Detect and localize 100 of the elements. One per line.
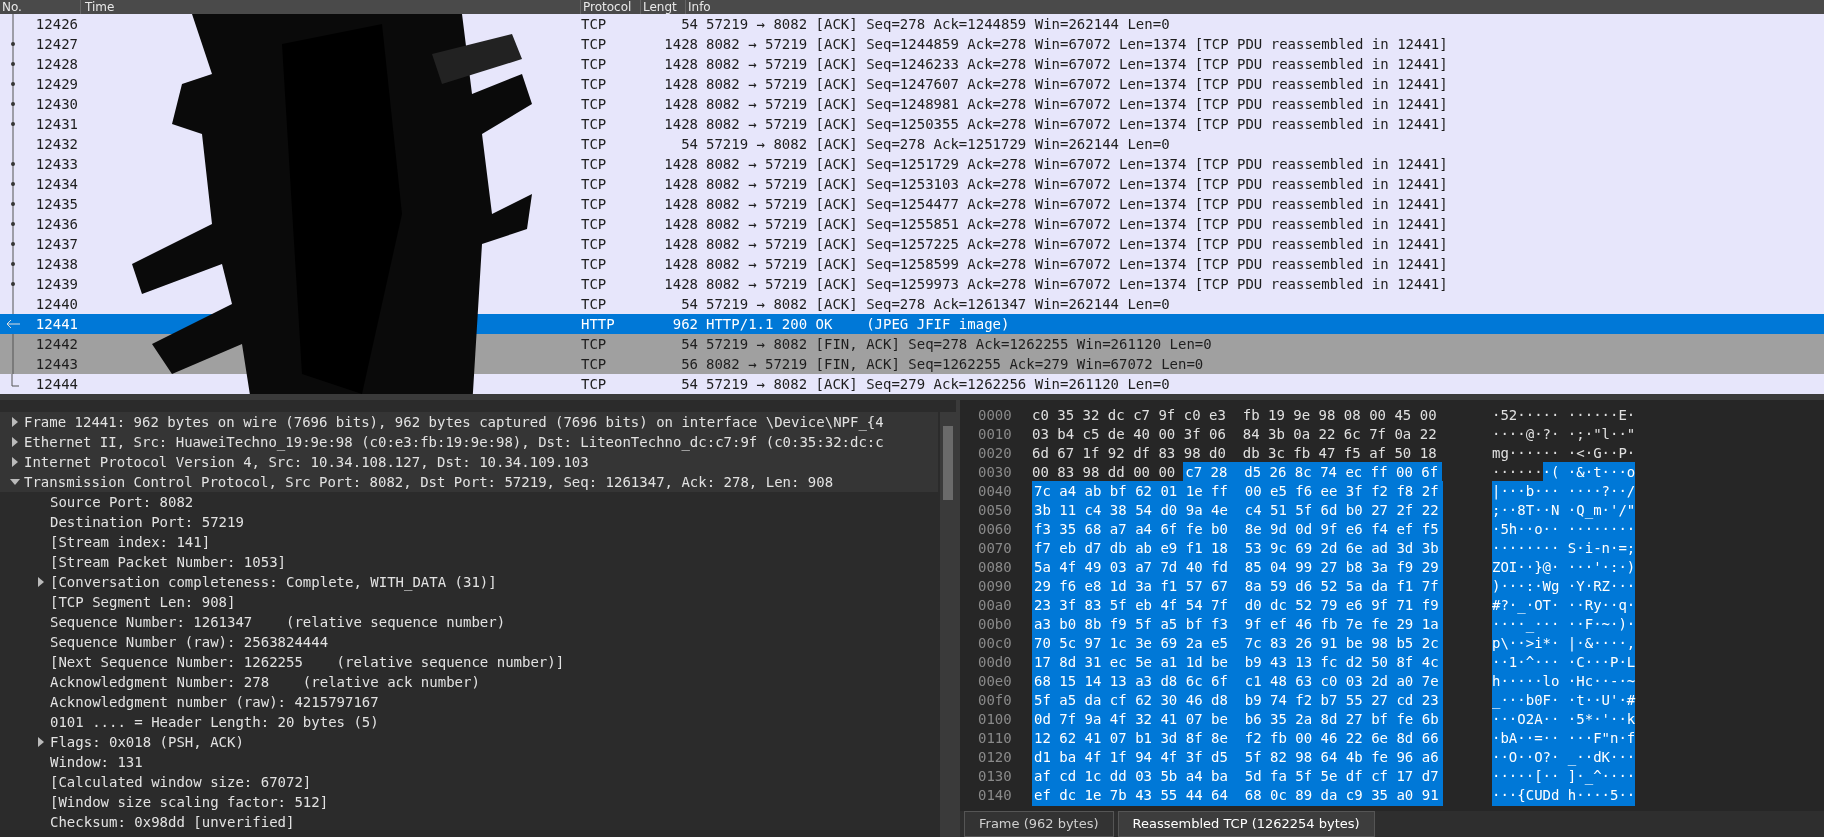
detail-line[interactable]: Sequence Number: 1261347 (relative sequence number) bbox=[50, 611, 506, 633]
detail-line[interactable]: Destination Port: 57219 bbox=[50, 511, 244, 533]
byte-tab[interactable]: Frame (962 bytes) bbox=[964, 811, 1114, 837]
info-cell-text: 8082 → 57219 [ACK] Seq=1246233 Ack=278 Win=67072 Len=1374 [TCP PDU reassembled in 12441] bbox=[705, 54, 1448, 74]
length-cell-text: 1428 bbox=[663, 154, 698, 174]
byte-offset: 0060 bbox=[978, 520, 1013, 539]
protocol-cell-text: TCP bbox=[581, 174, 608, 194]
packet-row[interactable]: 12441 HTTP 962 HTTP/1.1 200 OK (JPEG JFIF image) bbox=[0, 314, 1824, 334]
detail-line[interactable]: Window: 131 bbox=[50, 751, 143, 773]
hex-bytes: 23 3f 83 5f eb 4f 54 7f d0 dc 52 79 e6 9f 71 f9 bbox=[1032, 595, 1443, 616]
protocol-cell-text: TCP bbox=[581, 134, 608, 154]
packet-number: 12431 bbox=[34, 114, 78, 134]
detail-line[interactable]: [Next Sequence Number: 1262255 (relative sequence number)] bbox=[50, 651, 565, 673]
column-header[interactable]: Time bbox=[81, 0, 115, 14]
protocol-cell-text: TCP bbox=[581, 194, 608, 214]
packet-number: 12437 bbox=[34, 234, 78, 254]
protocol-cell-text: TCP bbox=[581, 34, 608, 54]
detail-line[interactable]: [TCP Segment Len: 908] bbox=[50, 591, 236, 613]
packet-number: 12444 bbox=[34, 374, 78, 394]
detail-line[interactable]: Checksum: 0x98dd [unverified] bbox=[50, 811, 295, 833]
ascii-bytes: ·bA··=·· ···F"n·f bbox=[1492, 728, 1636, 749]
byte-offset: 00f0 bbox=[978, 691, 1013, 710]
packet-row[interactable]: 12443 TCP 56 8082 → 57219 [FIN, ACK] Seq=1262255 Ack=279 Win=67072 Len=0 bbox=[0, 354, 1824, 374]
byte-offset: 0000 bbox=[978, 406, 1013, 425]
byte-offset: 0080 bbox=[978, 558, 1013, 577]
hex-bytes: d1 ba 4f 1f 94 4f 3f d5 5f 82 98 64 4b fe 96 a6 bbox=[1032, 747, 1443, 768]
byte-offset: 00a0 bbox=[978, 596, 1013, 615]
hex-bytes: 6d 67 1f 92 df 83 98 d0 db 3c fb 47 f5 af 50 18 bbox=[1032, 444, 1438, 463]
protocol-cell-text: TCP bbox=[581, 234, 608, 254]
tree-dot-icon bbox=[8, 174, 18, 194]
hex-bytes: c0 35 32 dc c7 9f c0 e3 fb 19 9e 98 08 00 45 00 bbox=[1032, 406, 1438, 425]
tree-dot-icon bbox=[8, 234, 18, 254]
ascii-bytes: ·5h··o·· ········ bbox=[1492, 519, 1636, 540]
detail-line[interactable]: [Conversation completeness: Complete, WITH_DATA (31)] bbox=[50, 571, 497, 593]
detail-line[interactable]: [Window size scaling factor: 512] bbox=[50, 791, 329, 813]
tree-dot-icon bbox=[8, 54, 18, 74]
packet-number: 12435 bbox=[34, 194, 78, 214]
tree-dot-icon bbox=[8, 254, 18, 274]
length-cell-text: 54 bbox=[680, 374, 698, 394]
info-cell-text: 57219 → 8082 [ACK] Seq=278 Ack=1251729 Win=262144 Len=0 bbox=[705, 134, 1170, 154]
length-cell-text: 1428 bbox=[663, 274, 698, 294]
protocol-cell-text: TCP bbox=[581, 254, 608, 274]
byte-offset: 0030 bbox=[978, 463, 1013, 482]
detail-line[interactable]: [Stream index: 141] bbox=[50, 531, 211, 553]
info-cell-text: 8082 → 57219 [ACK] Seq=1247607 Ack=278 Win=67072 Len=1374 [TCP PDU reassembled in 12441] bbox=[705, 74, 1448, 94]
ascii-bytes: ··O··O?· _··dK··· bbox=[1492, 747, 1636, 768]
byte-offset: 0090 bbox=[978, 577, 1013, 596]
length-cell-text: 1428 bbox=[663, 194, 698, 214]
column-header[interactable]: Info bbox=[686, 0, 711, 14]
byte-tab[interactable]: Reassembled TCP (1262254 bytes) bbox=[1117, 811, 1375, 837]
byte-offset: 00d0 bbox=[978, 653, 1013, 672]
info-cell-text: 57219 → 8082 [ACK] Seq=278 Ack=1244859 Win=262144 Len=0 bbox=[705, 14, 1170, 34]
hex-bytes: f7 eb d7 db ab e9 f1 18 53 9c 69 2d 6e ad 3d 3b bbox=[1032, 538, 1443, 559]
packet-number: 12441 bbox=[34, 314, 78, 334]
protocol-cell-text: TCP bbox=[581, 334, 608, 354]
hex-bytes: 12 62 41 07 b1 3d 8f 8e f2 fb 00 46 22 6e 8d 66 bbox=[1032, 728, 1443, 749]
scrollbar[interactable] bbox=[940, 412, 956, 837]
hex-bytes: 29 f6 e8 1d 3a f1 57 67 8a 59 d6 52 5a da f1 7f bbox=[1032, 576, 1443, 597]
detail-line[interactable]: 0101 .... = Header Length: 20 bytes (5) bbox=[50, 711, 379, 733]
hex-bytes: ef dc 1e 7b 43 55 44 64 68 0c 89 da c9 35 a0 91 bbox=[1032, 785, 1443, 806]
info-cell-text: HTTP/1.1 200 OK (JPEG JFIF image) bbox=[705, 314, 1010, 334]
caret-right-icon[interactable] bbox=[37, 577, 45, 587]
hex-bytes: 17 8d 31 ec 5e a1 1d be b9 43 13 fc d2 50 8f 4c bbox=[1032, 652, 1443, 673]
ascii-bytes: ···{CUDd h····5·· bbox=[1492, 785, 1636, 806]
tree-dot-icon bbox=[8, 34, 18, 54]
hex-bytes: 03 b4 c5 de 40 00 3f 06 84 3b 0a 22 6c 7f 0a 22 bbox=[1032, 425, 1438, 444]
hex-bytes: 5f a5 da cf 62 30 46 d8 b9 74 f2 b7 55 27 cd 23 bbox=[1032, 690, 1443, 711]
detail-line[interactable]: [Calculated window size: 67072] bbox=[50, 771, 312, 793]
hex-bytes: 68 15 14 13 a3 d8 6c 6f c1 48 63 c0 03 2d a0 7e bbox=[1032, 671, 1443, 692]
caret-right-icon[interactable] bbox=[37, 737, 45, 747]
info-cell-text: 57219 → 8082 [ACK] Seq=278 Ack=1261347 Win=262144 Len=0 bbox=[705, 294, 1170, 314]
byte-offset: 00e0 bbox=[978, 672, 1013, 691]
detail-line[interactable]: Source Port: 8082 bbox=[50, 491, 194, 513]
packet-number: 12439 bbox=[34, 274, 78, 294]
tree-dot-icon bbox=[8, 194, 18, 214]
ascii-bytes: ;··8T··N ·Q_m·'/" bbox=[1492, 500, 1636, 521]
protocol-cell-text: TCP bbox=[581, 294, 608, 314]
detail-line[interactable]: Sequence Number (raw): 2563824444 bbox=[50, 631, 329, 653]
byte-offset: 0140 bbox=[978, 786, 1013, 805]
protocol-cell-text: TCP bbox=[581, 14, 608, 34]
caret-down-icon[interactable] bbox=[10, 478, 20, 486]
protocol-cell-text: TCP bbox=[581, 274, 608, 294]
detail-line[interactable]: Acknowledgment number (raw): 4215797167 bbox=[50, 691, 379, 713]
length-cell-text: 1428 bbox=[663, 214, 698, 234]
info-cell-text: 8082 → 57219 [ACK] Seq=1259973 Ack=278 Win=67072 Len=1374 [TCP PDU reassembled in 12441] bbox=[705, 274, 1448, 294]
detail-line[interactable]: Flags: 0x018 (PSH, ACK) bbox=[50, 731, 244, 753]
byte-offset: 0120 bbox=[978, 748, 1013, 767]
length-cell-text: 1428 bbox=[663, 234, 698, 254]
ascii-bytes: |···b··· ····?··/ bbox=[1492, 481, 1636, 502]
info-cell-text: 8082 → 57219 [ACK] Seq=1258599 Ack=278 Win=67072 Len=1374 [TCP PDU reassembled in 12441] bbox=[705, 254, 1448, 274]
detail-line[interactable]: Acknowledgment Number: 278 (relative ack number) bbox=[50, 671, 480, 693]
ascii-bytes: ·52····· ······E· bbox=[1492, 406, 1636, 425]
byte-offset: 00b0 bbox=[978, 615, 1013, 634]
packet-row[interactable]: 12442 TCP 54 57219 → 8082 [FIN, ACK] Seq=278 Ack=1262255 Win=261120 Len=0 bbox=[0, 334, 1824, 354]
protocol-cell-text: TCP bbox=[581, 214, 608, 234]
hex-bytes: 70 5c 97 1c 3e 69 2a e5 7c 83 26 91 be 98 b5 2c bbox=[1032, 633, 1443, 654]
packet-number: 12428 bbox=[34, 54, 78, 74]
protocol-cell-text: TCP bbox=[581, 94, 608, 114]
ascii-bytes: h·····lo ·Hc··-·~ bbox=[1492, 671, 1636, 692]
detail-line[interactable]: [Stream Packet Number: 1053] bbox=[50, 551, 286, 573]
